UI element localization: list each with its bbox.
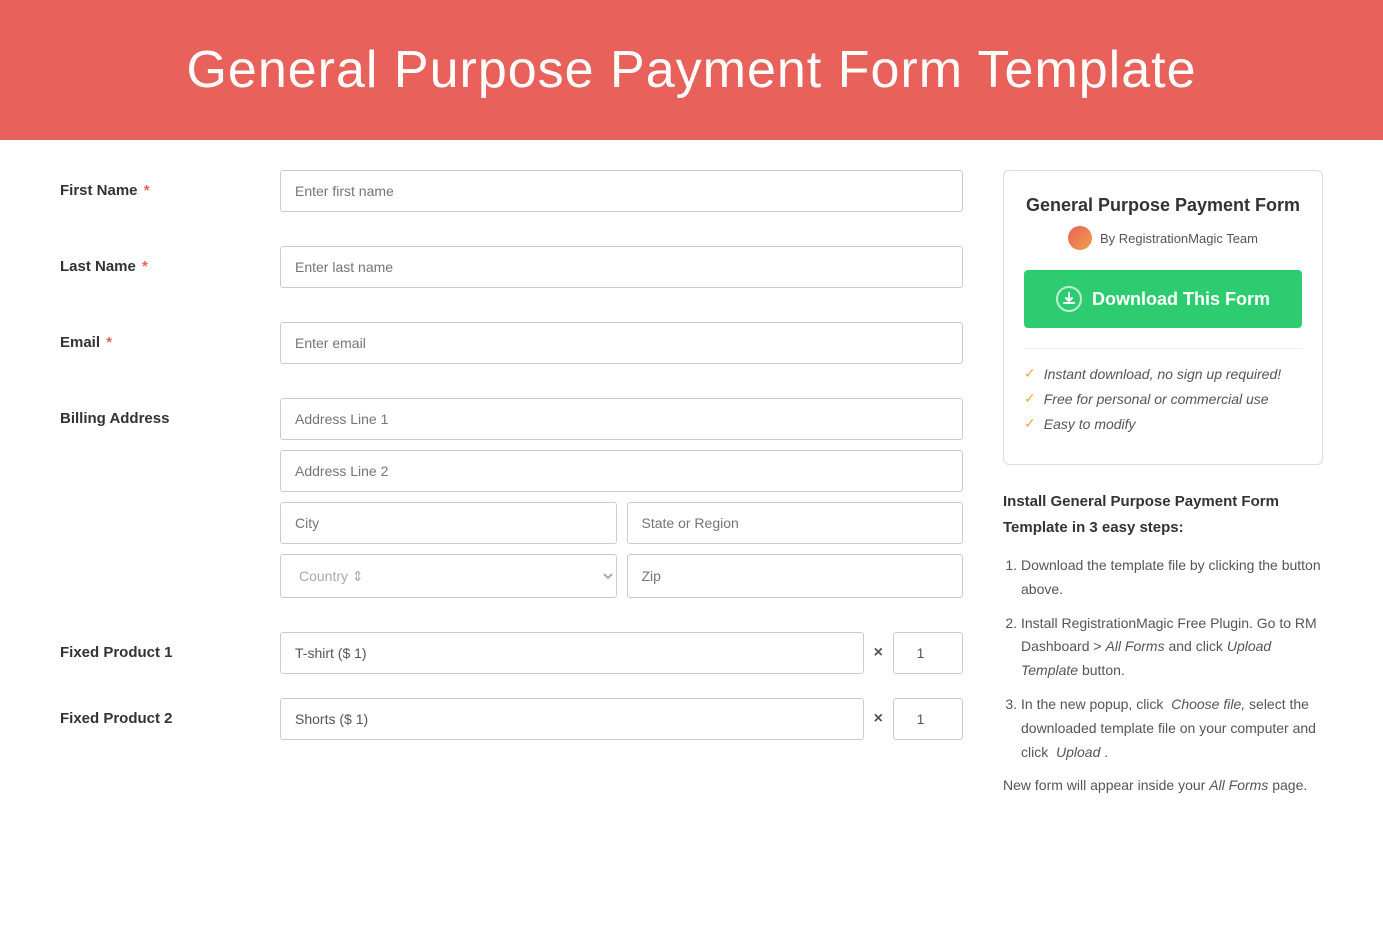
sidebar: General Purpose Payment Form By Registra… — [1003, 170, 1323, 798]
last-name-input[interactable] — [280, 246, 963, 288]
first-name-label: First Name * — [60, 170, 280, 199]
author-icon — [1068, 226, 1092, 250]
download-button[interactable]: Download This Form — [1024, 270, 1302, 328]
required-indicator: * — [140, 182, 150, 199]
instruction-step-2: Install RegistrationMagic Free Plugin. G… — [1021, 612, 1323, 683]
product-2-name-input[interactable] — [280, 698, 864, 740]
address-line1-input[interactable] — [280, 398, 963, 440]
last-name-label: Last Name * — [60, 246, 280, 275]
product-1-fields: × — [280, 632, 963, 674]
product-2-label: Fixed Product 2 — [60, 698, 280, 727]
zip-input[interactable] — [627, 554, 964, 598]
check-icon-2: ✓ — [1024, 390, 1036, 407]
feature-item-1: ✓ Instant download, no sign up required! — [1024, 365, 1302, 382]
product-1-row: Fixed Product 1 × — [60, 632, 963, 674]
product-1-label: Fixed Product 1 — [60, 632, 280, 661]
last-name-row: Last Name * — [60, 246, 963, 298]
check-icon-1: ✓ — [1024, 365, 1036, 382]
product-2-multiply-icon: × — [874, 710, 883, 728]
first-name-field-container — [280, 170, 963, 222]
instruction-step-1: Download the template file by clicking t… — [1021, 554, 1323, 602]
new-form-note: New form will appear inside your All For… — [1003, 774, 1323, 798]
author-name: By RegistrationMagic Team — [1100, 231, 1258, 246]
product-2-fields: × — [280, 698, 963, 740]
product-1-name-input[interactable] — [280, 632, 864, 674]
last-name-field-container — [280, 246, 963, 298]
city-state-row — [280, 502, 963, 544]
required-indicator: * — [138, 258, 148, 275]
city-input[interactable] — [280, 502, 617, 544]
first-name-row: First Name * — [60, 170, 963, 222]
billing-address-label: Billing Address — [60, 398, 280, 427]
feature-item-2: ✓ Free for personal or commercial use — [1024, 390, 1302, 407]
address-line2-input[interactable] — [280, 450, 963, 492]
choose-file-text: Choose file, — [1171, 696, 1245, 712]
feature-item-3: ✓ Easy to modify — [1024, 415, 1302, 432]
billing-address-fields: Country ⇕ — [280, 398, 963, 608]
download-icon — [1056, 286, 1082, 312]
country-zip-row: Country ⇕ — [280, 554, 963, 598]
country-select[interactable]: Country ⇕ — [280, 554, 617, 598]
email-label: Email * — [60, 322, 280, 351]
page-title: General Purpose Payment Form Template — [60, 40, 1323, 100]
email-row: Email * — [60, 322, 963, 374]
form-section: First Name * Last Name * Email * — [60, 170, 963, 798]
billing-address-row: Billing Address Country ⇕ — [60, 398, 963, 608]
first-name-input[interactable] — [280, 170, 963, 212]
instructions-title: Install General Purpose Payment Form Tem… — [1003, 489, 1323, 540]
email-input[interactable] — [280, 322, 963, 364]
page-header: General Purpose Payment Form Template — [0, 0, 1383, 140]
state-input[interactable] — [627, 502, 964, 544]
upload-text: Upload — [1056, 744, 1100, 760]
product-2-row: Fixed Product 2 × — [60, 698, 963, 740]
main-content: First Name * Last Name * Email * — [0, 140, 1383, 828]
sidebar-card: General Purpose Payment Form By Registra… — [1003, 170, 1323, 465]
all-forms-link-text: All Forms — [1105, 638, 1164, 654]
sidebar-author: By RegistrationMagic Team — [1024, 226, 1302, 250]
check-icon-3: ✓ — [1024, 415, 1036, 432]
sidebar-features-list: ✓ Instant download, no sign up required!… — [1024, 348, 1302, 432]
product-2-qty-input[interactable] — [893, 698, 963, 740]
email-field-container — [280, 322, 963, 374]
product-1-qty-input[interactable] — [893, 632, 963, 674]
product-2-input-row: × — [280, 698, 963, 740]
sidebar-card-title: General Purpose Payment Form — [1024, 195, 1302, 216]
download-svg — [1062, 292, 1076, 306]
instruction-step-3: In the new popup, click Choose file, sel… — [1021, 693, 1323, 764]
product-1-input-row: × — [280, 632, 963, 674]
all-forms-italic: All Forms — [1209, 777, 1268, 793]
required-indicator: * — [102, 334, 112, 351]
instructions-list: Download the template file by clicking t… — [1003, 554, 1323, 764]
product-1-multiply-icon: × — [874, 644, 883, 662]
download-button-label: Download This Form — [1092, 289, 1270, 310]
sidebar-instructions: Install General Purpose Payment Form Tem… — [1003, 489, 1323, 798]
